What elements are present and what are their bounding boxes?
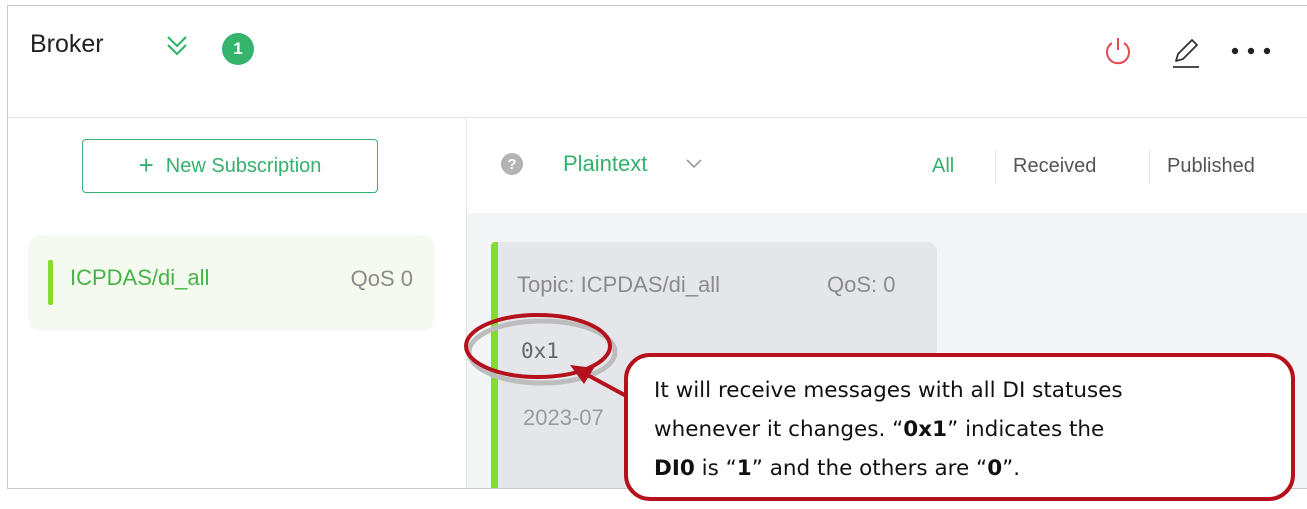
message-topic: Topic: ICPDAS/di_all xyxy=(517,272,720,297)
connection-count-badge: 1 xyxy=(222,33,254,65)
annotation-callout: It will receive messages with all DI sta… xyxy=(624,353,1295,501)
callout-line-1: It will receive messages with all DI sta… xyxy=(654,378,1123,403)
new-subscription-button[interactable]: + New Subscription xyxy=(82,139,378,193)
subscriptions-sidebar: + New Subscription ICPDAS/di_all QoS 0 xyxy=(8,118,467,488)
payload-format-select[interactable]: Plaintext xyxy=(563,151,647,177)
filter-received-tab[interactable]: Received xyxy=(1013,155,1096,178)
filter-divider xyxy=(995,150,996,184)
subscription-qos: QoS 0 xyxy=(350,266,413,291)
callout-line-3: DI0 is “1” and the others are “0”. xyxy=(654,456,1021,481)
help-icon[interactable]: ? xyxy=(501,153,523,175)
new-subscription-label: New Subscription xyxy=(165,154,322,177)
double-chevron-down-icon[interactable] xyxy=(166,33,188,59)
chevron-down-icon[interactable] xyxy=(686,159,702,169)
power-icon[interactable] xyxy=(1103,36,1133,68)
message-qos: QoS: 0 xyxy=(827,272,896,297)
filter-published-tab[interactable]: Published xyxy=(1167,155,1255,178)
subscription-item[interactable]: ICPDAS/di_all QoS 0 xyxy=(30,236,433,328)
plus-icon: + xyxy=(138,149,154,180)
filter-all-tab[interactable]: All xyxy=(932,155,954,178)
connection-header: Broker 1 xyxy=(8,6,1307,118)
more-icon[interactable] xyxy=(1230,46,1272,56)
filter-divider xyxy=(1149,150,1150,184)
subscription-topic: ICPDAS/di_all xyxy=(70,265,210,290)
messages-toolbar: ? Plaintext All Received Published xyxy=(467,118,1307,213)
subscription-color-bar xyxy=(48,260,53,305)
callout-line-2: whenever it changes. “0x1” indicates the xyxy=(654,417,1105,442)
edit-icon[interactable] xyxy=(1171,36,1201,70)
connection-title: Broker xyxy=(30,30,104,58)
